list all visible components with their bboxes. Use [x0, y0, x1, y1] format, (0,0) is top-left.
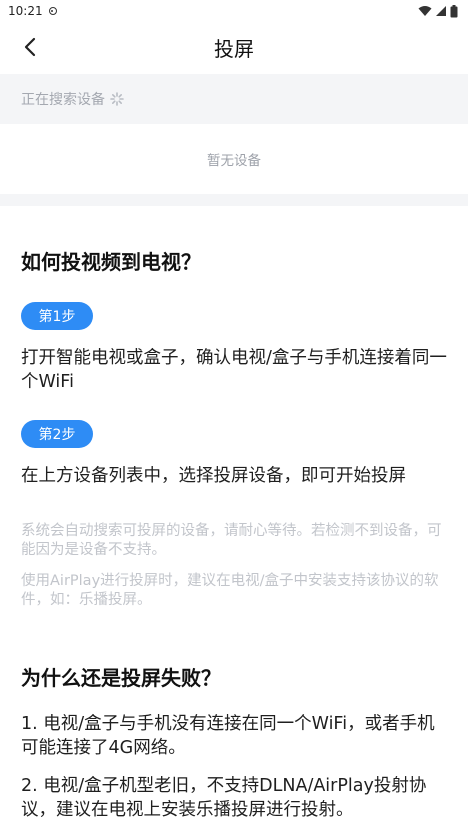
note-airplay: 使用AirPlay进行投屏时，建议在电视/盒子中安装支持该协议的软件，如：乐播投…	[21, 573, 439, 608]
search-status-bar: 正在搜索设备	[0, 74, 468, 124]
device-list-empty: 暂无设备	[0, 124, 468, 194]
why-failed-heading: 为什么还是投屏失败？	[21, 666, 221, 690]
failure-reason-2: 2. 电视/盒子机型老旧，不支持DLNA/AirPlay投射协议，建议在电视上安…	[21, 776, 427, 820]
battery-icon	[450, 4, 458, 17]
failure-reason-1: 1. 电视/盒子与手机没有连接在同一个WiFi，或者手机可能连接了4G网络。	[21, 714, 435, 758]
loading-spinner-icon	[110, 92, 124, 106]
signal-icon	[436, 6, 446, 16]
notification-icon	[48, 7, 57, 15]
how-to-heading: 如何投视频到电视？	[21, 250, 201, 274]
back-button[interactable]	[14, 32, 46, 62]
section-divider	[0, 194, 468, 206]
status-bar: 10:21	[0, 0, 468, 22]
step-1-text: 打开智能电视或盒子，确认电视/盒子与手机连接着同一个WiFi	[21, 348, 447, 392]
navigation-bar: 投屏	[0, 22, 468, 72]
page-title: 投屏	[214, 36, 254, 61]
wifi-icon	[418, 6, 432, 16]
note-auto-search: 系统会自动搜索可投屏的设备，请耐心等待。若检测不到设备，可能因为是设备不支持。	[21, 523, 442, 558]
empty-device-text: 暂无设备	[207, 153, 261, 169]
chevron-left-icon	[24, 37, 36, 57]
search-status-text: 正在搜索设备	[21, 92, 105, 108]
status-time: 10:21	[8, 4, 43, 18]
step-2-badge: 第2步	[21, 420, 93, 448]
step-2-text: 在上方设备列表中，选择投屏设备，即可开始投屏	[21, 466, 406, 486]
step-1-badge: 第1步	[21, 302, 93, 330]
